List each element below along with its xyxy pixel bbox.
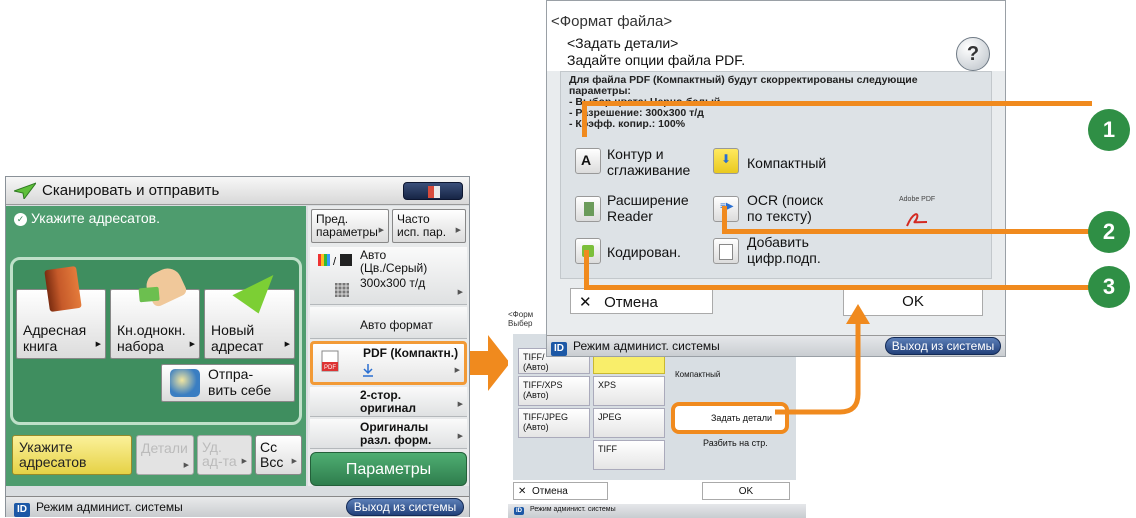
adobe-pdf-logo: Adobe PDF <box>899 196 936 203</box>
resolution-icon <box>335 283 349 297</box>
send-to-myself-button[interactable]: Отпра-вить себе <box>161 364 295 402</box>
color-resolution-row[interactable]: / Авто (Цв./Серый) 300x300 т/д ▶ <box>310 247 467 305</box>
dialog-subtitle: Задайте опции файла PDF. <box>567 52 746 68</box>
callout-line-3-drop <box>584 250 589 290</box>
outline-smoothing-button[interactable]: Контур и сглаживание <box>607 146 690 178</box>
pdf-icon: PDF <box>321 350 339 372</box>
ok-connector-arrow <box>775 304 870 415</box>
id-icon: ID <box>551 342 567 356</box>
file-format-row[interactable]: PDF PDF (Компактн.) ▶ <box>310 341 467 385</box>
tiff-only-tile[interactable]: TIFF <box>593 440 665 470</box>
title-bar: Сканировать и отправить <box>6 177 469 205</box>
device-status-button[interactable] <box>403 182 463 200</box>
svg-text:PDF: PDF <box>324 365 336 371</box>
preset-settings-button[interactable]: Пред. параметры ▶ <box>311 209 389 243</box>
address-book-button[interactable]: Адресная книга ▶ <box>16 265 106 359</box>
tiff-jpeg-tile[interactable]: TIFF/JPEG (Авто) <box>518 408 590 438</box>
mixed-originals-row[interactable]: Оригиналы разл. форм. ▶ <box>310 419 467 449</box>
split-pages-label[interactable]: Разбить на стр. <box>703 438 768 448</box>
callout-line-2 <box>722 229 1092 234</box>
details-tab[interactable]: Детали ▶ <box>136 435 194 475</box>
resolution-value: 300x300 т/д <box>360 276 426 290</box>
dialog-header: <Формат файла> <Задать детали> Задайте о… <box>547 1 1005 71</box>
reader-extension-button[interactable]: Расширение Reader <box>607 192 689 224</box>
options-button[interactable]: Параметры <box>310 452 467 486</box>
compact-button[interactable]: Компактный <box>747 155 826 171</box>
acrobat-icon <box>906 213 928 227</box>
scan-size-row[interactable]: Авто формат <box>310 307 467 339</box>
callout-line-1 <box>582 101 1092 106</box>
callout-line-3 <box>584 285 1092 290</box>
callout-2: 2 <box>1088 211 1130 253</box>
callout-3: 3 <box>1088 266 1130 308</box>
frequently-used-button[interactable]: Часто исп. пар. ▶ <box>392 209 466 243</box>
status-bar: ID Режим админист. системы Выход из систе… <box>6 496 469 517</box>
new-destination-button[interactable]: Новый адресат ▶ <box>204 262 295 359</box>
destination-well: Адресная книга ▶ Кн.однокн. набора ▶ Новый… <box>10 257 302 425</box>
svg-text:/: / <box>333 256 337 267</box>
callout-line-1-drop <box>582 101 587 137</box>
delete-destination-tab[interactable]: Уд. ад-та ▶ <box>197 435 252 475</box>
xps-tile[interactable]: XPS <box>593 376 665 406</box>
paper-plane-icon <box>232 262 282 314</box>
jpeg-tile[interactable]: JPEG <box>593 408 665 438</box>
tiff-xps-tile[interactable]: TIFF/XPS (Авто) <box>518 376 590 406</box>
cc-bcc-tab[interactable]: Cc Bcc ▶ <box>255 435 302 475</box>
logout-button[interactable]: Выход из системы <box>346 498 464 516</box>
outline-smoothing-icon: A <box>575 148 601 174</box>
status-bar-small: ID Режим админист. системы <box>508 504 806 518</box>
color-mode-value: Авто <box>360 248 387 262</box>
file-format-value: PDF (Компактн.) <box>363 346 459 360</box>
callout-line-2-drop <box>722 206 727 234</box>
paper-plane-icon <box>14 182 36 199</box>
cancel-button-small[interactable]: ✕ Отмена <box>513 482 608 500</box>
compact-icon: ⬇ <box>713 148 739 174</box>
reader-extension-icon <box>575 196 601 222</box>
scan-send-screen: Сканировать и отправить ✓ Укажите адресат… <box>5 176 470 517</box>
logout-button[interactable]: Выход из системы <box>885 337 1001 355</box>
info-icon: ✓ <box>14 213 27 226</box>
compact-label: Компактный <box>675 370 721 379</box>
one-touch-button[interactable]: Кн.однокн. набора ▶ <box>110 263 200 359</box>
ocr-button[interactable]: OCR (поиск по тексту) <box>747 192 823 224</box>
person-icon <box>170 369 200 397</box>
id-icon: ID <box>514 507 524 515</box>
dialog-title: <Задать детали> <box>567 35 679 51</box>
hand-icon <box>141 263 189 309</box>
screen-title: Сканировать и отправить <box>42 182 220 199</box>
help-button[interactable]: ? <box>956 37 990 71</box>
cancel-button[interactable]: ✕ Отмена <box>570 288 713 314</box>
encrypt-button[interactable]: Кодирован. <box>607 244 681 260</box>
hint-text: ✓ Укажите адресатов. <box>14 210 160 226</box>
id-icon: ID <box>14 503 30 517</box>
header-fragment: <Форм Выбер <box>508 310 534 328</box>
color-mode-icon: / <box>318 254 352 267</box>
book-icon <box>44 265 82 313</box>
digital-signature-icon <box>713 238 739 264</box>
digital-signature-button[interactable]: Добавить цифр.подп. <box>747 234 821 266</box>
compact-arrow-icon <box>363 364 373 377</box>
callout-1: 1 <box>1088 109 1130 151</box>
ok-button-small[interactable]: OK <box>702 482 790 500</box>
duplex-row[interactable]: 2-стор. оригинал ▶ <box>310 387 467 417</box>
format-title: <Формат файла> <box>551 13 673 30</box>
flow-arrow-icon <box>470 335 510 391</box>
specify-destinations-tab[interactable]: Укажите адресатов <box>12 435 132 475</box>
